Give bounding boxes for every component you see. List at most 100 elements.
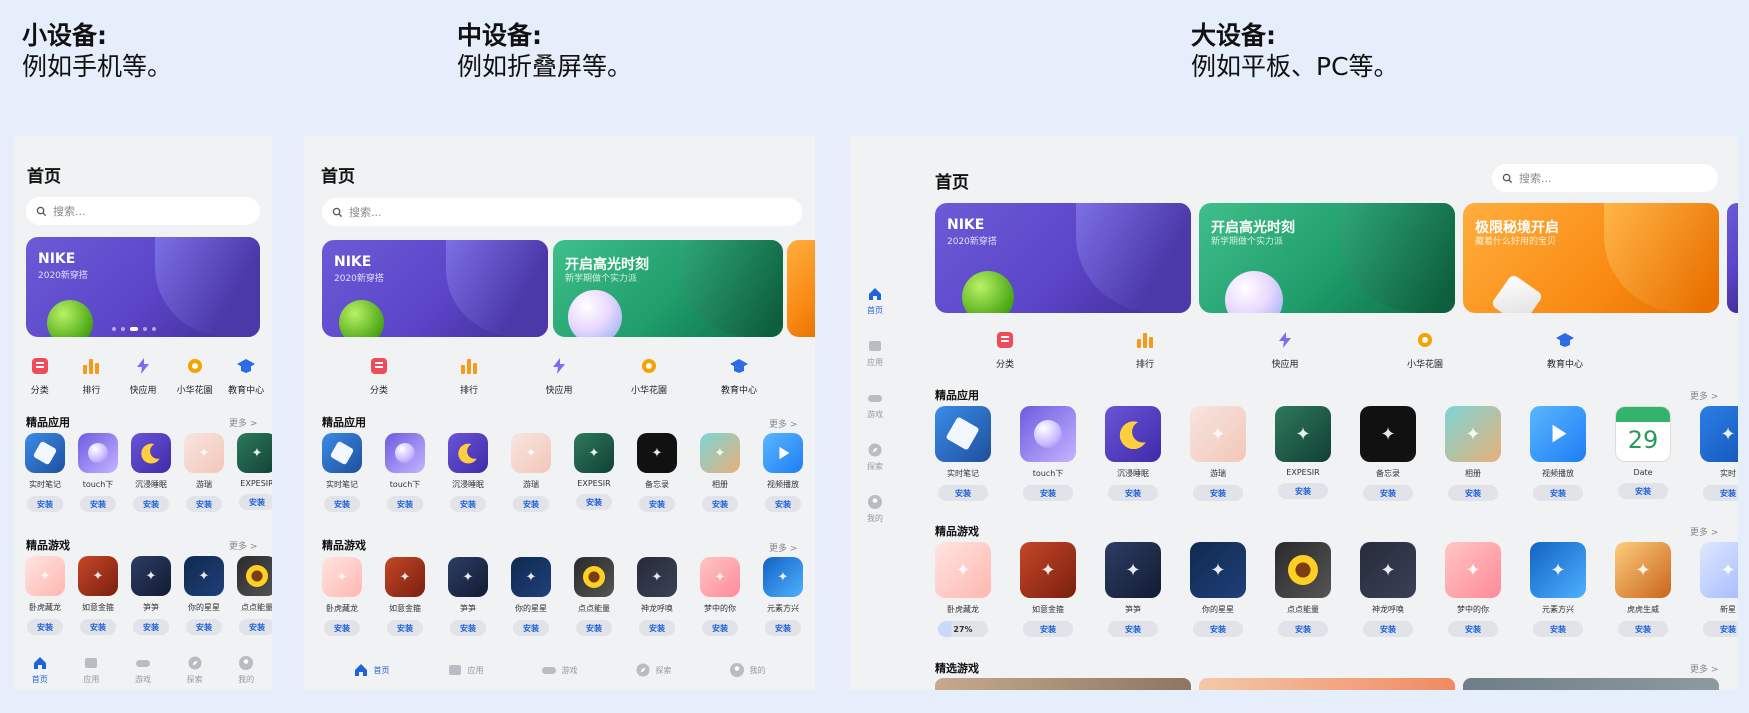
tab-compass[interactable]: 探索 bbox=[187, 655, 203, 685]
app-item[interactable]: ✦ EXPESIR 安装 bbox=[1275, 406, 1331, 501]
tab-profile[interactable]: 我的 bbox=[729, 662, 766, 678]
app-item[interactable]: 沉浸睡眠 安装 bbox=[131, 433, 171, 512]
carousel-dot[interactable] bbox=[121, 327, 125, 331]
app-item[interactable]: touch下 安装 bbox=[78, 433, 118, 512]
game-item[interactable]: ✦ 虎虎生威 安装 bbox=[1615, 542, 1671, 637]
install-button[interactable]: 安装 bbox=[186, 619, 222, 635]
install-button[interactable]: 安装 bbox=[765, 620, 801, 636]
category-item[interactable]: 排行 bbox=[1115, 330, 1175, 370]
banner-highlight[interactable]: 开启高光时刻 新学期做个实力派 bbox=[1199, 203, 1455, 313]
tab-compass[interactable]: 探索 bbox=[635, 662, 672, 678]
game-item[interactable]: ✦ 梦中的你 安装 bbox=[700, 557, 740, 636]
install-button[interactable]: 安装 bbox=[702, 496, 738, 512]
more-link-apps[interactable]: 更多 > bbox=[1690, 389, 1718, 402]
category-item[interactable]: 教育中心 bbox=[220, 356, 272, 396]
install-button[interactable]: 安装 bbox=[1533, 621, 1583, 637]
install-button[interactable]: 安装 bbox=[1278, 621, 1328, 637]
game-item[interactable]: ✦ 你的星星 安装 bbox=[511, 557, 551, 636]
category-item[interactable]: 分类 bbox=[975, 330, 1035, 370]
tab-apps[interactable]: 应用 bbox=[83, 655, 99, 685]
install-button[interactable]: 安装 bbox=[324, 620, 360, 636]
install-button[interactable]: 安装 bbox=[387, 496, 423, 512]
install-button[interactable]: 安装 bbox=[1618, 621, 1668, 637]
more-link-apps[interactable]: 更多 > bbox=[229, 416, 257, 429]
app-item[interactable]: touch下 安装 bbox=[385, 433, 425, 512]
install-button[interactable]: 安装 bbox=[450, 496, 486, 512]
game-item[interactable]: ✦ 如意金箍 安装 bbox=[1020, 542, 1076, 637]
app-item[interactable]: ✦ EXPESIR 安装 bbox=[574, 433, 614, 512]
app-item[interactable]: ✦ EXPESIR 安装 bbox=[237, 433, 272, 512]
game-item[interactable]: ✦ 梦中的你 安装 bbox=[1445, 542, 1501, 637]
category-item[interactable]: 小华花園 bbox=[1395, 330, 1455, 370]
carousel-dot-active[interactable] bbox=[130, 327, 138, 331]
app-item[interactable]: ✦ 相册 安装 bbox=[1445, 406, 1501, 501]
tab-gamepad[interactable]: 游戏 bbox=[541, 662, 578, 678]
game-item[interactable]: ✦ 神龙呼唤 安装 bbox=[637, 557, 677, 636]
featured-game-thumbnail[interactable] bbox=[1463, 678, 1719, 690]
install-button[interactable]: 安装 bbox=[1108, 621, 1158, 637]
more-link-apps[interactable]: 更多 > bbox=[769, 417, 797, 430]
banner-nike[interactable]: NIKE 2020新穿搭 bbox=[935, 203, 1191, 313]
tab-apps[interactable]: 应用 bbox=[867, 338, 883, 368]
install-button[interactable]: 安装 bbox=[1448, 485, 1498, 501]
install-button[interactable]: 安装 bbox=[938, 485, 988, 501]
install-button[interactable]: 安装 bbox=[765, 496, 801, 512]
banner-highlight[interactable]: 开启高光时刻 新学期做个实力派 bbox=[553, 240, 783, 337]
install-button[interactable]: 安装 bbox=[1278, 483, 1328, 499]
tab-home[interactable]: 首页 bbox=[32, 655, 48, 685]
banner-nike[interactable]: NIKE 2020新穿搭 bbox=[322, 240, 548, 337]
carousel-dot[interactable] bbox=[143, 327, 147, 331]
game-item[interactable]: ✦ 元素方兴 安装 bbox=[763, 557, 803, 636]
install-button[interactable]: 安装 bbox=[1023, 621, 1073, 637]
game-item[interactable]: ✦ 笋笋 安装 bbox=[131, 556, 171, 635]
search-input[interactable]: 搜索... bbox=[322, 198, 802, 226]
app-item[interactable]: touch下 安装 bbox=[1020, 406, 1076, 501]
install-button[interactable]: 安装 bbox=[133, 496, 169, 512]
install-button[interactable]: 安装 bbox=[1703, 621, 1738, 637]
carousel-dots[interactable] bbox=[112, 327, 156, 331]
install-button[interactable]: 安装 bbox=[1703, 485, 1738, 501]
game-item[interactable]: 点点能量 安装 bbox=[574, 557, 614, 636]
tab-home[interactable]: 首页 bbox=[353, 662, 390, 678]
tab-home[interactable]: 首页 bbox=[867, 286, 883, 316]
install-button[interactable]: 安装 bbox=[1618, 483, 1668, 499]
featured-game-thumbnail[interactable] bbox=[1199, 678, 1455, 690]
category-item[interactable]: 快应用 bbox=[529, 356, 589, 396]
category-item[interactable]: 小华花園 bbox=[169, 356, 221, 396]
banner-peek[interactable] bbox=[1727, 203, 1738, 313]
banner-secret-realm[interactable]: 极限秘境开启 藏着什么好用的宝贝 bbox=[1463, 203, 1719, 313]
game-item[interactable]: ✦ 如意金箍 安装 bbox=[78, 556, 118, 635]
install-button[interactable]: 安装 bbox=[239, 619, 272, 635]
carousel-dot[interactable] bbox=[112, 327, 116, 331]
game-item[interactable]: ✦ 元素方兴 安装 bbox=[1530, 542, 1586, 637]
install-button[interactable]: 安装 bbox=[133, 619, 169, 635]
category-item[interactable]: 小华花園 bbox=[619, 356, 679, 396]
carousel-dot[interactable] bbox=[152, 327, 156, 331]
search-input[interactable]: 搜索... bbox=[26, 197, 260, 225]
download-progress[interactable]: 27% bbox=[938, 621, 988, 637]
game-item[interactable]: ✦ 卧虎藏龙 安装 bbox=[25, 556, 65, 635]
game-item[interactable]: ✦ 卧虎藏龙 27% bbox=[935, 542, 991, 637]
install-button[interactable]: 安装 bbox=[387, 620, 423, 636]
install-button[interactable]: 安装 bbox=[576, 620, 612, 636]
install-button[interactable]: 安装 bbox=[702, 620, 738, 636]
install-button[interactable]: 安装 bbox=[27, 496, 63, 512]
category-item[interactable]: 快应用 bbox=[1255, 330, 1315, 370]
install-button[interactable]: 安装 bbox=[576, 494, 612, 510]
game-item[interactable]: ✦ 卧虎藏龙 安装 bbox=[322, 557, 362, 636]
app-item[interactable]: 实时笔记 安装 bbox=[935, 406, 991, 501]
install-button[interactable]: 安装 bbox=[1108, 485, 1158, 501]
install-button[interactable]: 安装 bbox=[1533, 485, 1583, 501]
app-item[interactable]: ✦ 实时 安装 bbox=[1700, 406, 1738, 501]
install-button[interactable]: 安装 bbox=[513, 620, 549, 636]
search-input[interactable]: 搜索... bbox=[1492, 164, 1718, 192]
game-item[interactable]: ✦ 你的星星 安装 bbox=[1190, 542, 1246, 637]
install-button[interactable]: 安装 bbox=[1448, 621, 1498, 637]
category-item[interactable]: 排行 bbox=[66, 356, 118, 396]
app-item[interactable]: ✦ 备忘录 安装 bbox=[637, 433, 677, 512]
category-item[interactable]: 排行 bbox=[439, 356, 499, 396]
install-button[interactable]: 安装 bbox=[239, 494, 272, 510]
category-item[interactable]: 教育中心 bbox=[1535, 330, 1595, 370]
install-button[interactable]: 安装 bbox=[186, 496, 222, 512]
category-item[interactable]: 快应用 bbox=[117, 356, 169, 396]
